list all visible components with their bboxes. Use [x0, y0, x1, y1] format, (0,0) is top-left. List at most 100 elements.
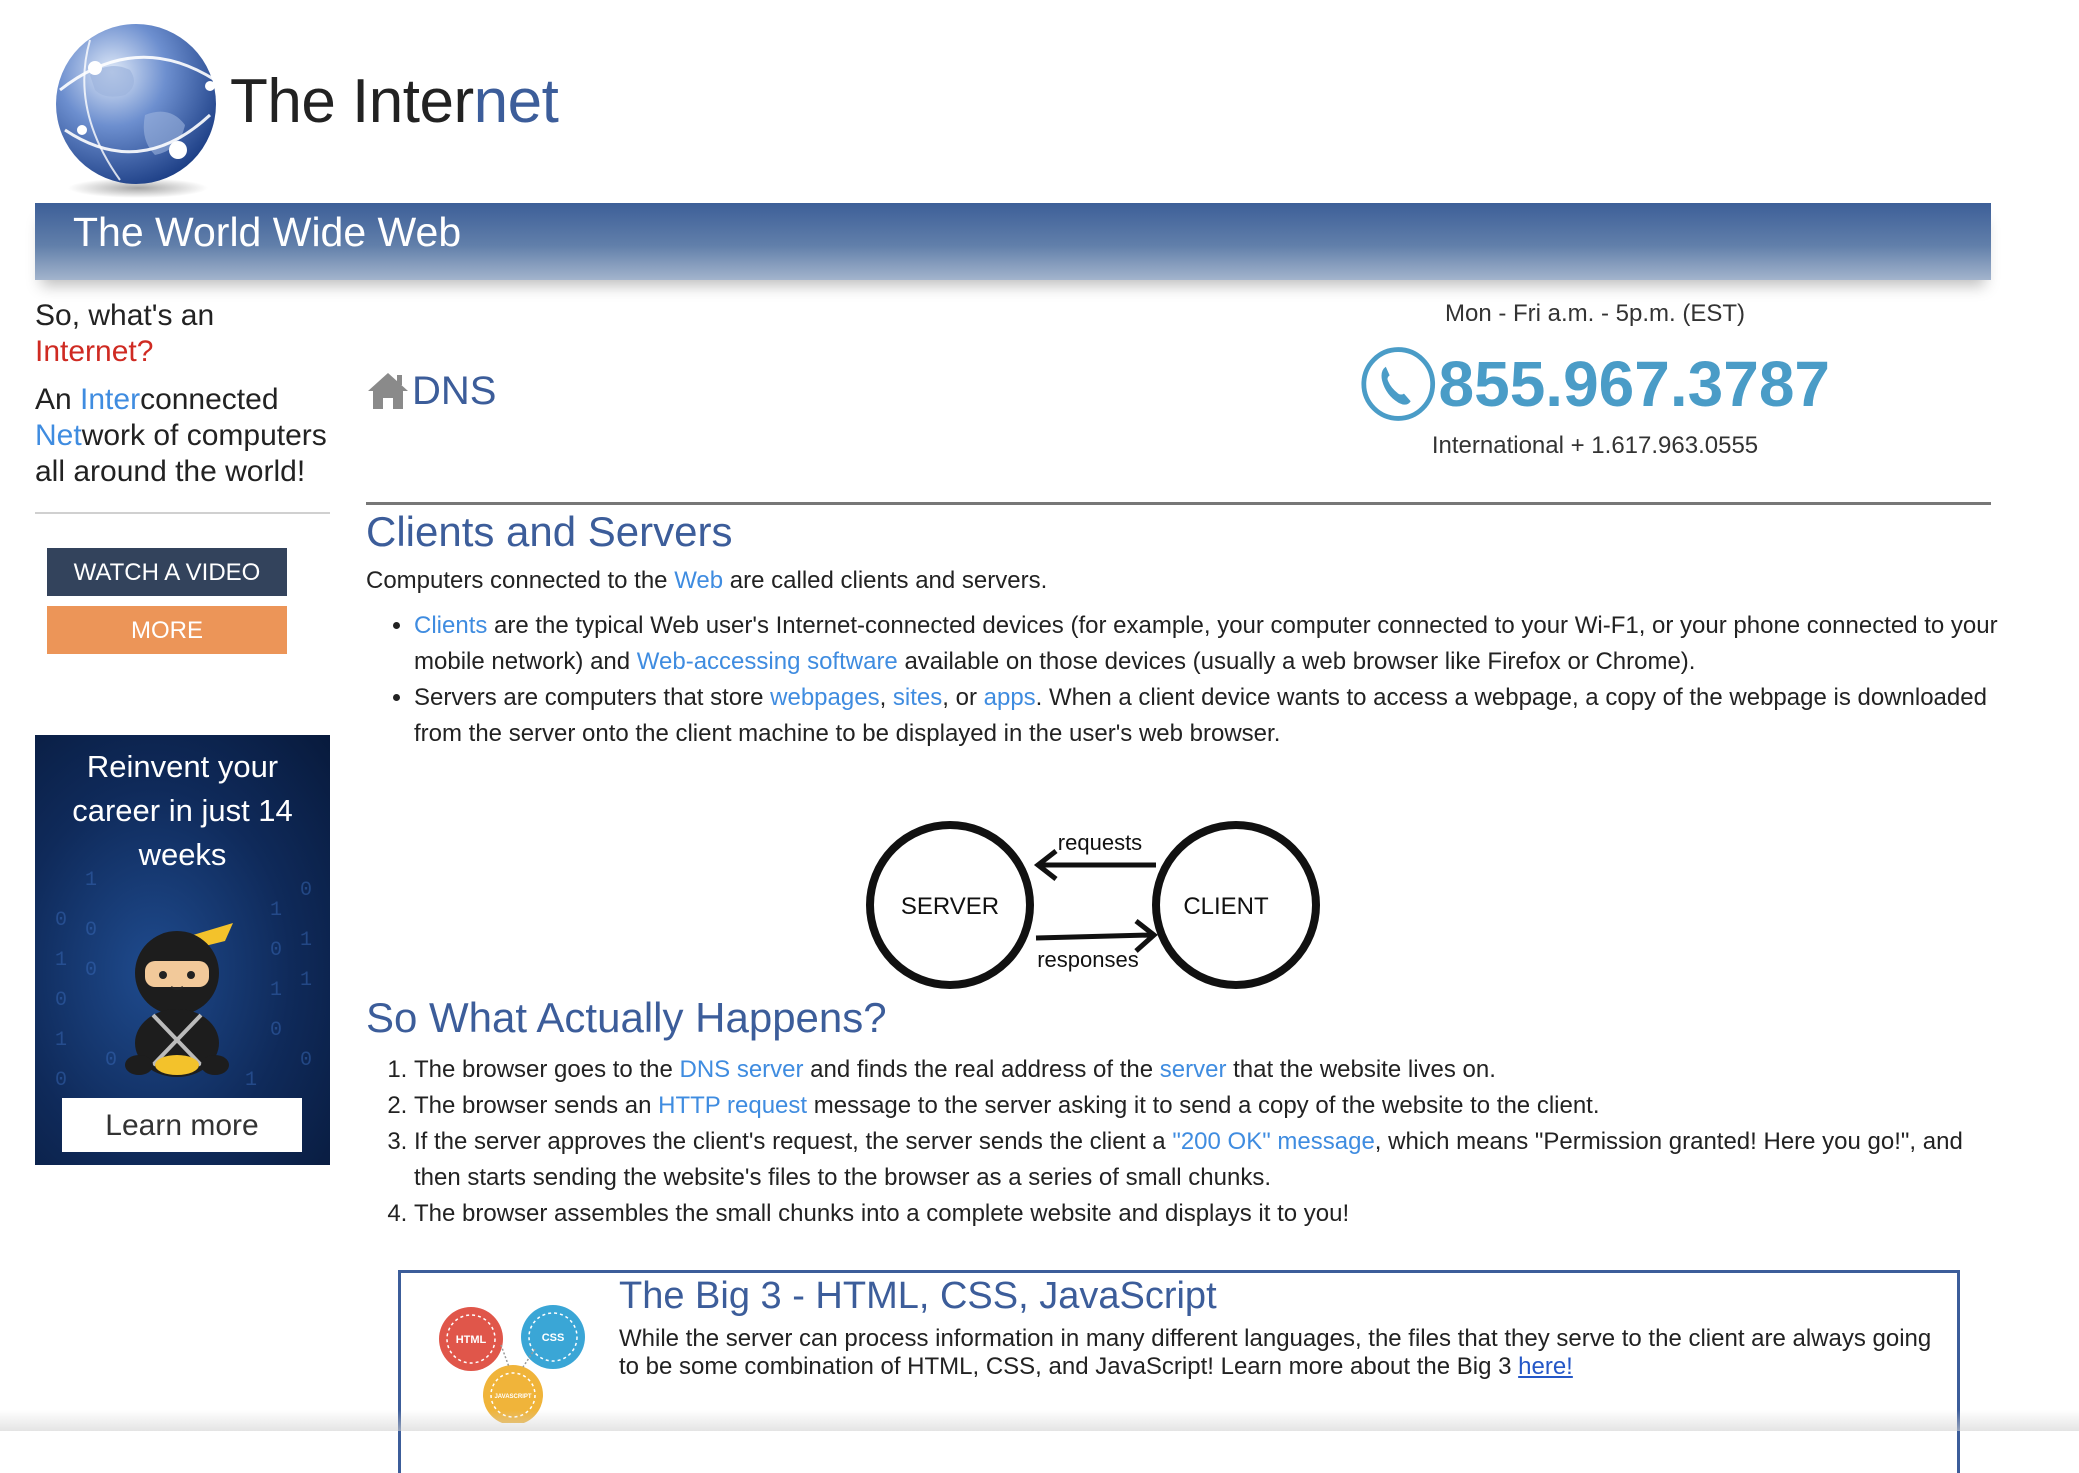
list-item: If the server approves the client's requ… — [414, 1124, 2014, 1196]
clients-servers-heading: Clients and Servers — [366, 508, 733, 555]
step-text: message to the server asking it to send … — [807, 1092, 1600, 1119]
sidebar-definition: An Interconnected Network of computers a… — [35, 382, 330, 490]
list-item: The browser sends an HTTP request messag… — [414, 1088, 2014, 1124]
server-label: SERVER — [901, 893, 999, 920]
svg-text:1: 1 — [270, 899, 282, 922]
svg-text:1: 1 — [270, 979, 282, 1002]
step-text: The browser sends an — [414, 1092, 659, 1119]
svg-text:1: 1 — [300, 969, 312, 992]
learn-more-button[interactable]: Learn more — [62, 1098, 302, 1152]
bootcamp-ad[interactable]: 01010 100 1010 0110 10 Reinvent your car… — [35, 735, 330, 1165]
phone-icon — [1361, 347, 1436, 421]
intro-text-2: are called clients and servers. — [723, 567, 1048, 594]
bottom-fade — [0, 1410, 2079, 1431]
breadcrumb-label: DNS — [412, 368, 497, 413]
what-happens-heading: So What Actually Happens? — [366, 994, 887, 1041]
web-accessing-software-link[interactable]: Web-accessing software — [637, 648, 898, 675]
list-item-text: , — [879, 684, 893, 711]
sidebar-question: So, what's an Internet? — [35, 298, 330, 370]
svg-text:1: 1 — [55, 949, 67, 972]
svg-text:0: 0 — [55, 989, 67, 1012]
svg-text:0: 0 — [55, 1069, 67, 1092]
big3-title: The Big 3 - HTML, CSS, JavaScript — [619, 1275, 1217, 1317]
client-server-diagram: SERVER CLIENT requests responses — [866, 821, 1320, 989]
svg-text:0: 0 — [300, 879, 312, 902]
left-sidebar: So, what's an Internet? An Interconnecte… — [35, 298, 330, 692]
definition-text-1: An — [35, 383, 81, 416]
steps-list: The browser goes to the DNS server and f… — [366, 1052, 2014, 1232]
home-icon[interactable] — [366, 369, 410, 413]
banner-title: The World Wide Web — [73, 209, 462, 255]
clients-intro: Computers connected to the Web are calle… — [366, 567, 1047, 595]
phone-row[interactable]: 855.967.3787 — [1360, 344, 1830, 424]
site-title-plain: The Inter — [230, 67, 474, 136]
list-item: The browser goes to the DNS server and f… — [414, 1052, 2014, 1088]
ad-line-3: weeks — [138, 837, 227, 872]
svg-text:1: 1 — [300, 929, 312, 952]
200-ok-link[interactable]: "200 OK" message — [1172, 1128, 1374, 1155]
responses-arrow — [1035, 932, 1152, 941]
client-label: CLIENT — [1183, 893, 1269, 920]
section-banner: The World Wide Web — [35, 203, 1991, 280]
js-badge: JAVASCRIPT — [494, 1394, 531, 1400]
responses-label: responses — [1037, 947, 1139, 972]
big3-here-link[interactable]: here! — [1518, 1353, 1573, 1380]
html-css-js-badges-icon: HTML CSS JAVASCRIPT — [439, 1305, 585, 1423]
big3-callout: HTML CSS JAVASCRIPT The Big 3 - HTML, CS… — [398, 1270, 1960, 1473]
http-request-link[interactable]: HTTP request — [658, 1092, 807, 1119]
site-title-accent: net — [473, 67, 559, 136]
svg-text:0: 0 — [85, 919, 97, 942]
more-resources-button[interactable]: MORE RESOURCES — [47, 606, 287, 692]
step-text: and finds the real address of the — [803, 1056, 1160, 1083]
svg-text:0: 0 — [270, 939, 282, 962]
definition-text-2: connected — [140, 383, 279, 416]
clients-link[interactable]: Clients — [414, 612, 487, 639]
step-text: The browser goes to the — [414, 1056, 680, 1083]
sites-link[interactable]: sites — [893, 684, 942, 711]
list-item: The browser assembles the small chunks i… — [414, 1196, 2014, 1232]
sidebar-question-highlight: Internet? — [35, 335, 154, 368]
svg-text:0: 0 — [270, 1019, 282, 1042]
ad-line-1: Reinvent your — [86, 749, 279, 784]
list-item-text: Servers are computers that store — [414, 684, 771, 711]
svg-text:0: 0 — [300, 1049, 312, 1072]
requests-label: requests — [1058, 830, 1142, 855]
web-link[interactable]: Web — [674, 567, 723, 594]
site-title: The Internet — [230, 66, 559, 137]
html-badge: HTML — [456, 1334, 487, 1346]
clients-servers-list: Clients are the typical Web user's Inter… — [366, 608, 2014, 752]
step-text: If the server approves the client's requ… — [414, 1128, 1173, 1155]
list-item: Servers are computers that store webpage… — [414, 680, 2014, 752]
list-item-text: , or — [942, 684, 984, 711]
list-item: Clients are the typical Web user's Inter… — [414, 608, 2014, 680]
business-hours: Mon - Fri a.m. - 5p.m. (EST) — [1444, 300, 1746, 327]
phone-number[interactable]: 855.967.3787 — [1439, 347, 1831, 421]
svg-text:0: 0 — [55, 909, 67, 932]
sidebar-question-text: So, what's an — [35, 299, 215, 332]
globe-logo-icon — [56, 24, 216, 198]
list-item-text: available on those devices (usually a we… — [897, 648, 1696, 675]
breadcrumb: DNS — [366, 366, 496, 416]
dns-server-link[interactable]: DNS server — [679, 1056, 803, 1083]
apps-link[interactable]: apps — [984, 684, 1036, 711]
main-divider — [366, 502, 1991, 505]
definition-highlight-inter: Inter — [80, 383, 141, 416]
step-text: The browser assembles the small chunks i… — [414, 1200, 1350, 1227]
css-badge: CSS — [542, 1332, 565, 1344]
svg-text:0: 0 — [85, 959, 97, 982]
svg-text:1: 1 — [55, 1029, 67, 1052]
big3-body: While the server can process information… — [619, 1325, 1939, 1381]
contact-info: Mon - Fri a.m. - 5p.m. (EST) 855.967.378… — [1360, 300, 1830, 460]
ad-headline: Reinvent your career in just 14 weeks — [35, 745, 330, 877]
webpages-link[interactable]: webpages — [770, 684, 879, 711]
intro-text-1: Computers connected to the — [366, 567, 675, 594]
ninja-mascot-icon — [125, 923, 233, 1077]
international-phone: International + 1.617.963.0555 — [1431, 432, 1759, 459]
watch-video-button[interactable]: WATCH A VIDEO — [47, 548, 287, 596]
ad-line-2: career in just 14 — [72, 793, 293, 828]
sidebar-divider — [35, 512, 330, 514]
big3-body-text: While the server can process information… — [619, 1325, 1932, 1380]
step-text: that the website lives on. — [1226, 1056, 1496, 1083]
definition-highlight-net: Net — [35, 419, 82, 452]
server-link[interactable]: server — [1160, 1056, 1227, 1083]
